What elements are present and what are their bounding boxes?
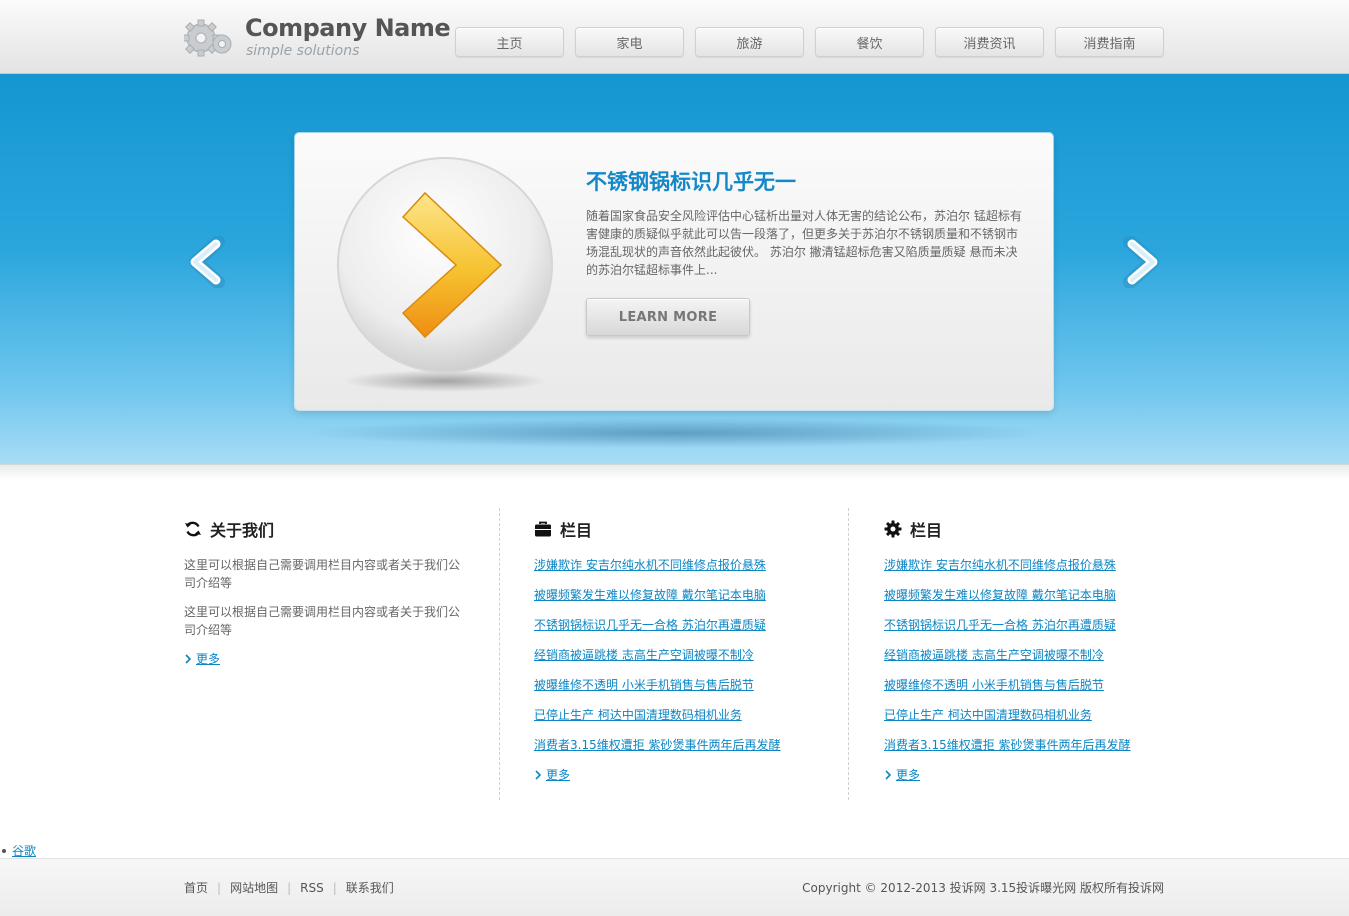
news-link[interactable]: 不锈钢锅标识几乎无一合格 苏泊尔再遭质疑	[884, 618, 1116, 632]
play-orb-icon	[337, 157, 553, 392]
chevron-right-small-icon	[185, 653, 192, 664]
news-section-2: 栏目 涉嫌欺诈 安吉尔纯水机不同维修点报价悬殊 被曝频繁发生难以修复故障 戴尔笔…	[884, 510, 1184, 783]
news-more-link-2[interactable]: 更多	[896, 766, 920, 783]
footer-nav: 首页 | 网站地图 | RSS | 联系我们	[184, 879, 394, 896]
main-nav: 主页 家电 旅游 餐饮 消费资讯 消费指南	[455, 27, 1164, 57]
about-header: 关于我们	[184, 518, 474, 540]
column-divider	[848, 508, 849, 800]
news-title-2: 栏目	[910, 521, 943, 540]
news-link[interactable]: 被曝维修不透明 小米手机销售与售后脱节	[884, 678, 1104, 692]
list-item: 消费者3.15维权遭拒 紫砂煲事件两年后再发酵	[534, 736, 834, 766]
footer-separator: |	[287, 880, 292, 895]
refresh-icon	[185, 521, 201, 537]
list-item: 已停止生产 柯达中国清理数码相机业务	[534, 706, 834, 736]
chevron-right-icon[interactable]	[1118, 236, 1166, 288]
news-section-1: 栏目 涉嫌欺诈 安吉尔纯水机不同维修点报价悬殊 被曝频繁发生难以修复故障 戴尔笔…	[534, 510, 834, 783]
about-paragraph: 这里可以根据自己需要调用栏目内容或者关于我们公司介绍等	[184, 558, 461, 590]
list-item: 不锈钢锅标识几乎无一合格 苏泊尔再遭质疑	[534, 616, 834, 646]
list-item: 消费者3.15维权遭拒 紫砂煲事件两年后再发酵	[884, 736, 1184, 766]
briefcase-icon	[535, 521, 551, 537]
learn-more-button[interactable]: LEARN MORE	[586, 298, 750, 336]
nav-item-travel[interactable]: 旅游	[695, 27, 804, 57]
footer-separator: |	[332, 880, 337, 895]
column-divider	[499, 508, 500, 800]
about-more-link[interactable]: 更多	[196, 650, 220, 667]
nav-item-home[interactable]: 主页	[455, 27, 564, 57]
friend-link-google[interactable]: 谷歌	[12, 842, 36, 859]
list-item: 经销商被逼跳楼 志高生产空调被曝不制冷	[884, 646, 1184, 676]
about-paragraph: 这里可以根据自己需要调用栏目内容或者关于我们公司介绍等	[184, 605, 461, 637]
list-item: 不锈钢锅标识几乎无一合格 苏泊尔再遭质疑	[884, 616, 1184, 646]
chevron-right-small-icon	[535, 769, 542, 780]
footer-link-home[interactable]: 首页	[184, 879, 208, 896]
slide-card: 不锈钢锅标识几乎无一 随着国家食品安全风险评估中心锰析出量对人体无害的结论公布，…	[295, 133, 1053, 410]
company-name: Company Name	[245, 14, 451, 42]
news-header-1: 栏目	[534, 518, 834, 540]
footer-link-contact[interactable]: 联系我们	[346, 879, 394, 896]
friend-links: 谷歌	[0, 842, 36, 859]
site-header: Company Name simple solutions 主页 家电 旅游 餐…	[0, 0, 1349, 74]
company-tagline: simple solutions	[246, 43, 360, 59]
news-link[interactable]: 涉嫌欺诈 安吉尔纯水机不同维修点报价悬殊	[534, 558, 766, 572]
list-item: 被曝频繁发生难以修复故障 戴尔笔记本电脑	[884, 586, 1184, 616]
gear-icon	[884, 520, 902, 538]
footer-separator: |	[217, 880, 222, 895]
news-title-1: 栏目	[560, 521, 593, 540]
about-section: 关于我们 这里可以根据自己需要调用栏目内容或者关于我们公司介绍等 这里可以根据自…	[184, 510, 474, 667]
news-link[interactable]: 经销商被逼跳楼 志高生产空调被曝不制冷	[534, 648, 754, 662]
footer-link-rss[interactable]: RSS	[300, 881, 324, 895]
news-header-2: 栏目	[884, 518, 1184, 540]
banner-divider	[0, 464, 1349, 480]
gears-icon	[184, 19, 232, 57]
list-item: 被曝维修不透明 小米手机销售与售后脱节	[534, 676, 834, 706]
news-list-1: 涉嫌欺诈 安吉尔纯水机不同维修点报价悬殊 被曝频繁发生难以修复故障 戴尔笔记本电…	[534, 556, 834, 766]
list-item: 被曝频繁发生难以修复故障 戴尔笔记本电脑	[534, 586, 834, 616]
news-link[interactable]: 被曝频繁发生难以修复故障 戴尔笔记本电脑	[884, 588, 1116, 602]
list-item: 涉嫌欺诈 安吉尔纯水机不同维修点报价悬殊	[534, 556, 834, 586]
news-more-1: 更多	[534, 766, 834, 783]
list-item: 经销商被逼跳楼 志高生产空调被曝不制冷	[534, 646, 834, 676]
slide-title: 不锈钢锅标识几乎无一	[586, 170, 796, 194]
nav-item-dining[interactable]: 餐饮	[815, 27, 924, 57]
news-more-link-1[interactable]: 更多	[546, 766, 570, 783]
logo[interactable]: Company Name simple solutions	[184, 12, 451, 64]
slide-shadow	[300, 418, 1050, 448]
bullet-icon	[2, 848, 6, 853]
copyright: Copyright © 2012-2013 投诉网 3.15投诉曝光网 版权所有…	[802, 881, 1164, 895]
about-more: 更多	[184, 650, 474, 667]
news-list-2: 涉嫌欺诈 安吉尔纯水机不同维修点报价悬殊 被曝频繁发生难以修复故障 戴尔笔记本电…	[884, 556, 1184, 766]
news-link[interactable]: 消费者3.15维权遭拒 紫砂煲事件两年后再发酵	[884, 738, 1131, 752]
news-link[interactable]: 被曝频繁发生难以修复故障 戴尔笔记本电脑	[534, 588, 766, 602]
news-link[interactable]: 被曝维修不透明 小米手机销售与售后脱节	[534, 678, 754, 692]
news-link[interactable]: 经销商被逼跳楼 志高生产空调被曝不制冷	[884, 648, 1104, 662]
list-item: 被曝维修不透明 小米手机销售与售后脱节	[884, 676, 1184, 706]
list-item: 涉嫌欺诈 安吉尔纯水机不同维修点报价悬殊	[884, 556, 1184, 586]
news-link[interactable]: 已停止生产 柯达中国清理数码相机业务	[534, 708, 742, 722]
nav-item-consumer-guide[interactable]: 消费指南	[1055, 27, 1164, 57]
nav-item-consumer-news[interactable]: 消费资讯	[935, 27, 1044, 57]
about-title: 关于我们	[210, 521, 275, 540]
slide-text: 随着国家食品安全风险评估中心锰析出量对人体无害的结论公布，苏泊尔 锰超标有害健康…	[586, 209, 1022, 277]
site-footer: 首页 | 网站地图 | RSS | 联系我们 Copyright © 2012-…	[0, 858, 1349, 916]
nav-item-appliances[interactable]: 家电	[575, 27, 684, 57]
chevron-right-small-icon	[885, 769, 892, 780]
news-link[interactable]: 不锈钢锅标识几乎无一合格 苏泊尔再遭质疑	[534, 618, 766, 632]
news-link[interactable]: 已停止生产 柯达中国清理数码相机业务	[884, 708, 1092, 722]
list-item: 已停止生产 柯达中国清理数码相机业务	[884, 706, 1184, 736]
news-link[interactable]: 涉嫌欺诈 安吉尔纯水机不同维修点报价悬殊	[884, 558, 1116, 572]
news-link[interactable]: 消费者3.15维权遭拒 紫砂煲事件两年后再发酵	[534, 738, 781, 752]
footer-link-sitemap[interactable]: 网站地图	[230, 879, 278, 896]
news-more-2: 更多	[884, 766, 1184, 783]
chevron-left-icon[interactable]	[182, 236, 230, 288]
